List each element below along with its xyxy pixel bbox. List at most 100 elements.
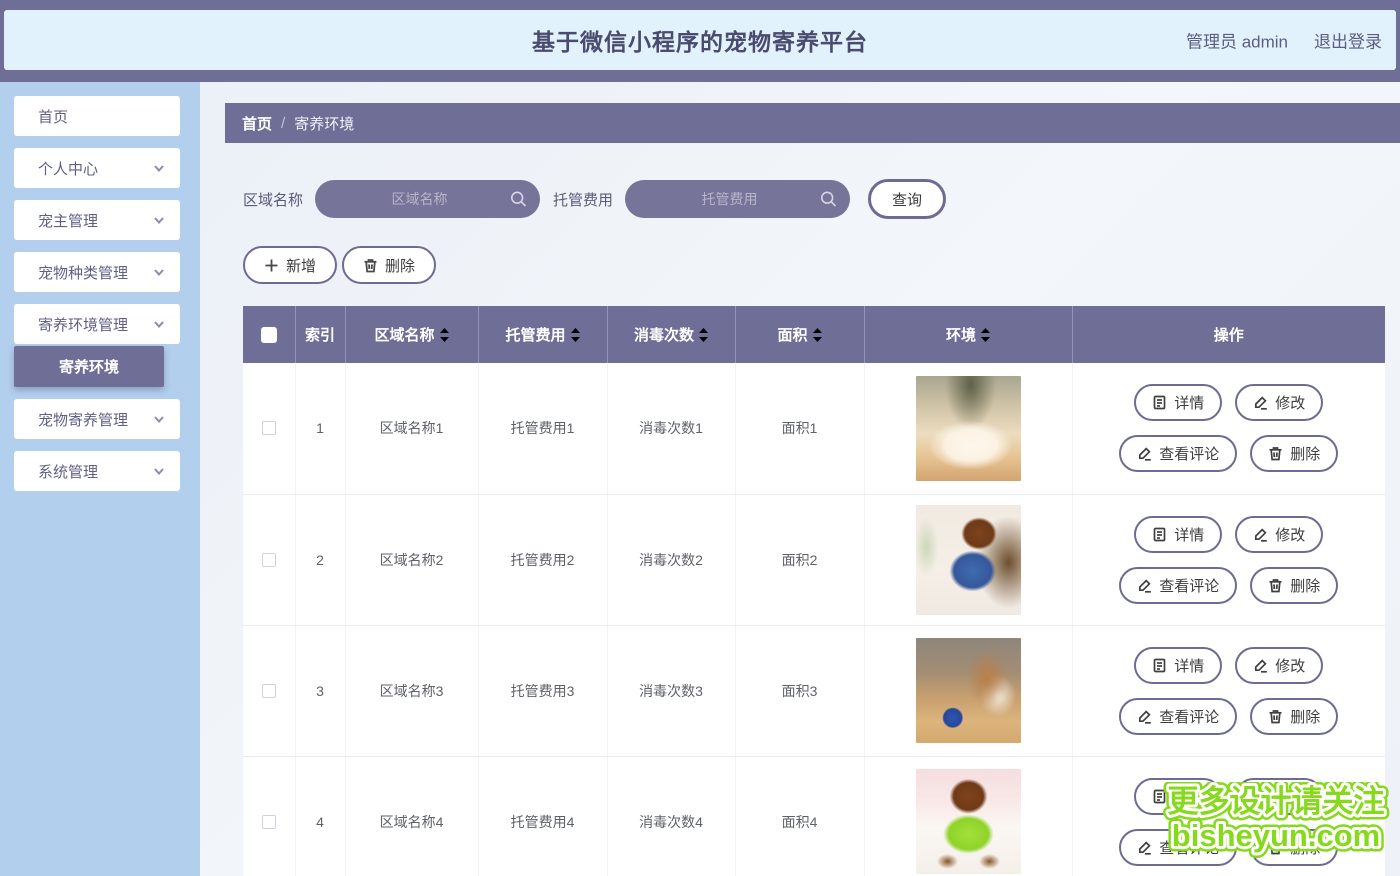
- row-actions: 详情 修改 查看评论: [1111, 647, 1347, 735]
- batch-delete-button[interactable]: 删除: [342, 246, 436, 284]
- edit-button[interactable]: 修改: [1235, 647, 1323, 684]
- view-comments-button[interactable]: 查看评论: [1119, 698, 1237, 735]
- header-inner: 基于微信小程序的宠物寄养平台 管理员 admin 退出登录: [4, 10, 1396, 70]
- sidebar-item-label: 个人中心: [38, 158, 98, 179]
- detail-button[interactable]: 详情: [1134, 384, 1222, 421]
- trash-icon: [1268, 840, 1283, 855]
- cell-disinfect: 消毒次数2: [607, 494, 735, 625]
- cell-disinfect: 消毒次数4: [607, 756, 735, 876]
- fee-label: 托管费用: [553, 189, 613, 210]
- detail-button[interactable]: 详情: [1134, 778, 1222, 815]
- sidebar: 首页 个人中心 宠主管理 宠物种类管理: [0, 82, 200, 876]
- row-checkbox[interactable]: [262, 684, 276, 698]
- sidebar-group: 宠主管理: [0, 200, 200, 240]
- view-comments-button[interactable]: 查看评论: [1119, 435, 1237, 472]
- edit-button[interactable]: 修改: [1235, 384, 1323, 421]
- app-root: 基于微信小程序的宠物寄养平台 管理员 admin 退出登录 首页 个人中心: [0, 0, 1400, 876]
- row-actions: 详情 修改 查看评论: [1111, 384, 1347, 472]
- sidebar-group: 寄养环境管理 寄养环境: [0, 304, 200, 387]
- sidebar-subitem[interactable]: 寄养环境: [14, 346, 164, 387]
- row-checkbox[interactable]: [262, 815, 276, 829]
- delete-button[interactable]: 删除: [1250, 435, 1338, 472]
- sidebar-item[interactable]: 宠物种类管理: [14, 252, 180, 292]
- environment-photo: [916, 376, 1021, 481]
- main-content: 首页 / 寄养环境 区域名称 托管费用 查询: [225, 82, 1400, 876]
- sidebar-item-label: 宠物寄养管理: [38, 409, 128, 430]
- sidebar-item[interactable]: 系统管理: [14, 451, 180, 491]
- pencil-icon: [1137, 578, 1152, 593]
- pencil-icon: [1137, 446, 1152, 461]
- sidebar-group: 首页: [0, 96, 200, 136]
- table-row: 1 区域名称1 托管费用1 消毒次数1 面积1 详情: [243, 363, 1385, 494]
- sidebar-item[interactable]: 首页: [14, 96, 180, 136]
- plus-icon: [264, 258, 279, 273]
- pencil-icon: [1253, 395, 1268, 410]
- sort-icon[interactable]: [440, 328, 449, 342]
- cell-size: 面积4: [735, 756, 864, 876]
- select-all-checkbox[interactable]: [261, 327, 277, 343]
- cell-disinfect: 消毒次数1: [607, 363, 735, 494]
- pencil-icon: [1253, 658, 1268, 673]
- detail-button[interactable]: 详情: [1134, 647, 1222, 684]
- pencil-icon: [1137, 709, 1152, 724]
- chevron-down-icon: [152, 213, 166, 227]
- column-header-area-name[interactable]: 区域名称: [345, 306, 478, 363]
- detail-button[interactable]: 详情: [1134, 516, 1222, 553]
- cell-area-name: 区域名称3: [345, 625, 478, 756]
- area-name-input[interactable]: [315, 180, 540, 218]
- sidebar-item[interactable]: 宠主管理: [14, 200, 180, 240]
- cell-fee: 托管费用1: [478, 363, 607, 494]
- sidebar-item[interactable]: 个人中心: [14, 148, 180, 188]
- document-icon: [1152, 658, 1167, 673]
- sidebar-item[interactable]: 宠物寄养管理: [14, 399, 180, 439]
- pencil-icon: [1137, 840, 1152, 855]
- edit-button[interactable]: 修改: [1235, 778, 1323, 815]
- column-header-fee[interactable]: 托管费用: [478, 306, 607, 363]
- query-button[interactable]: 查询: [868, 179, 946, 219]
- cell-index: 2: [295, 494, 345, 625]
- column-header-operations: 操作: [1072, 306, 1385, 363]
- breadcrumb-home[interactable]: 首页: [242, 113, 272, 134]
- fee-input[interactable]: [625, 180, 850, 218]
- cell-area-name: 区域名称1: [345, 363, 478, 494]
- table-body: 1 区域名称1 托管费用1 消毒次数1 面积1 详情: [243, 363, 1385, 876]
- cell-index: 3: [295, 625, 345, 756]
- breadcrumb-current: 寄养环境: [294, 113, 354, 134]
- area-name-input-wrap: [315, 180, 540, 218]
- delete-button[interactable]: 删除: [1250, 698, 1338, 735]
- sidebar-group: 宠物寄养管理: [0, 399, 200, 439]
- sidebar-item[interactable]: 寄养环境管理: [14, 304, 180, 344]
- cell-fee: 托管费用4: [478, 756, 607, 876]
- breadcrumb: 首页 / 寄养环境: [225, 103, 1400, 143]
- sort-icon[interactable]: [981, 328, 990, 342]
- delete-button[interactable]: 删除: [1250, 829, 1338, 866]
- row-checkbox[interactable]: [262, 553, 276, 567]
- filter-bar: 区域名称 托管费用 查询: [243, 179, 1400, 219]
- table-row: 4 区域名称4 托管费用4 消毒次数4 面积4 详情: [243, 756, 1385, 876]
- delete-button[interactable]: 删除: [1250, 567, 1338, 604]
- edit-button[interactable]: 修改: [1235, 516, 1323, 553]
- environment-photo: [916, 638, 1021, 743]
- row-actions: 详情 修改 查看评论: [1111, 778, 1347, 866]
- sidebar-item-label: 宠物种类管理: [38, 262, 128, 283]
- table-row: 2 区域名称2 托管费用2 消毒次数2 面积2 详情: [243, 494, 1385, 625]
- environment-photo: [916, 505, 1021, 615]
- add-button[interactable]: 新增: [243, 246, 337, 284]
- add-button-label: 新增: [286, 255, 316, 276]
- view-comments-button[interactable]: 查看评论: [1119, 567, 1237, 604]
- column-header-environment[interactable]: 环境: [864, 306, 1072, 363]
- cell-size: 面积3: [735, 625, 864, 756]
- column-header-disinfect[interactable]: 消毒次数: [607, 306, 735, 363]
- header-user-area: 管理员 admin 退出登录: [1186, 28, 1382, 53]
- column-header-size[interactable]: 面积: [735, 306, 864, 363]
- chevron-down-icon: [152, 265, 166, 279]
- sort-icon[interactable]: [813, 328, 822, 342]
- row-checkbox[interactable]: [262, 421, 276, 435]
- document-icon: [1152, 789, 1167, 804]
- layout: 首页 个人中心 宠主管理 宠物种类管理: [0, 82, 1400, 876]
- sort-icon[interactable]: [571, 328, 580, 342]
- view-comments-button[interactable]: 查看评论: [1119, 829, 1237, 866]
- logout-link[interactable]: 退出登录: [1314, 28, 1382, 53]
- sort-icon[interactable]: [699, 328, 708, 342]
- column-header-index: 索引: [295, 306, 345, 363]
